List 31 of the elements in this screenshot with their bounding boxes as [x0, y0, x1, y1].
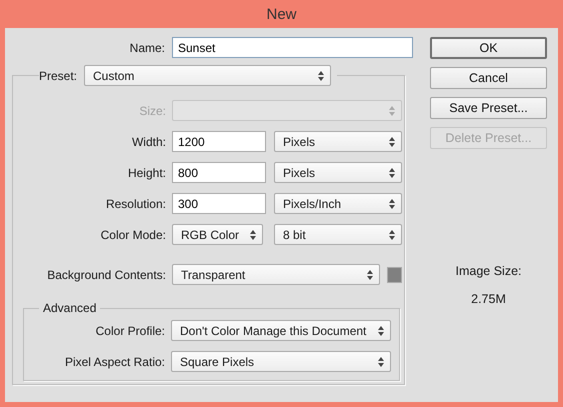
input-field[interactable]: 300	[172, 193, 266, 214]
dropdown[interactable]: Pixels/Inch	[274, 193, 402, 214]
field-label: Size:	[138, 104, 166, 118]
dropdown[interactable]: Transparent	[172, 264, 380, 285]
dialog-button[interactable]: Save Preset...	[430, 97, 547, 119]
input-field[interactable]: 1200	[172, 131, 266, 152]
dropdown[interactable]: 8 bit	[274, 224, 402, 245]
image-size-value: 2.75M	[471, 292, 506, 306]
preset-dropdown[interactable]: Custom	[84, 65, 332, 86]
dropdown[interactable]: Pixels	[274, 162, 402, 183]
group-title: Advanced	[43, 301, 96, 315]
field-label: Width:	[130, 134, 166, 148]
field-label: Resolution:	[104, 196, 166, 210]
field-label: Color Mode:	[100, 228, 166, 242]
dropdown[interactable]: Don't Color Manage this Document	[171, 320, 391, 341]
field-label: Height:	[126, 166, 166, 180]
field-label: Pixel Aspect Ratio:	[64, 354, 165, 368]
name-field[interactable]: Sunset	[172, 37, 413, 58]
field-label: Name:	[128, 40, 165, 54]
input-field[interactable]: 800	[172, 162, 266, 183]
field-label: Preset:	[39, 68, 78, 82]
dropdown[interactable]: Pixels	[274, 131, 402, 152]
color-swatch[interactable]	[387, 266, 402, 282]
window-title: New	[266, 6, 296, 22]
image-size-label: Image Size:	[455, 264, 522, 278]
dialog-button[interactable]: Cancel	[430, 67, 547, 89]
dropdown[interactable]: Square Pixels	[171, 351, 391, 372]
dropdown[interactable]: RGB Color	[172, 224, 263, 245]
field-label: Color Profile:	[94, 324, 165, 338]
dialog-button[interactable]: OK	[430, 37, 547, 59]
field-label: Background Contents:	[46, 268, 166, 282]
